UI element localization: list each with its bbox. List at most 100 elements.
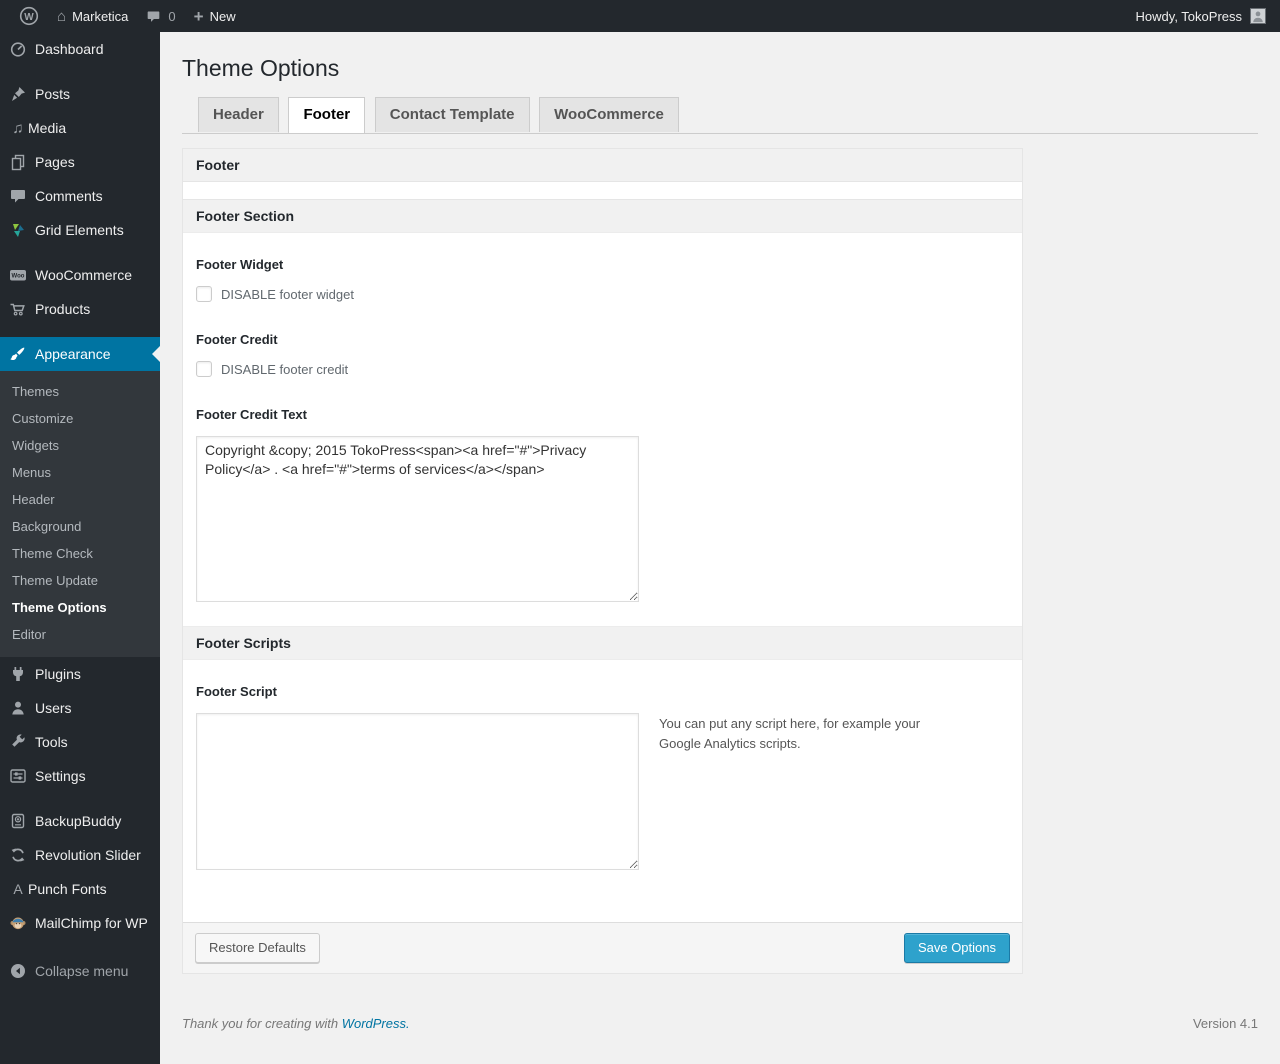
footer-script-help-text: You can put any script here, for example…	[659, 716, 921, 752]
footer-credit-label: Footer Credit	[196, 332, 278, 347]
sidebar-item-mailchimp[interactable]: MailChimp for WP	[0, 906, 160, 940]
footer-credit-checkbox[interactable]	[196, 361, 212, 377]
admin-footer: Thank you for creating with WordPress. V…	[182, 974, 1258, 1051]
cart-icon	[8, 300, 28, 318]
sidebar-item-settings[interactable]: Settings	[0, 759, 160, 793]
menu-separator	[0, 66, 160, 77]
sidebar-item-label: Pages	[35, 154, 75, 170]
footer-credit-text-textarea[interactable]: Copyright &copy; 2015 TokoPress<span><a …	[196, 436, 639, 602]
footer-widget-checkbox[interactable]	[196, 286, 212, 302]
sidebar-item-comments[interactable]: Comments	[0, 179, 160, 213]
sidebar-item-label: MailChimp for WP	[35, 915, 148, 931]
svg-text:Woo: Woo	[12, 274, 25, 280]
save-options-button[interactable]: Save Options	[903, 933, 1010, 963]
submenu-item-theme-options[interactable]: Theme Options	[0, 594, 160, 621]
submenu-item-theme-check[interactable]: Theme Check	[0, 540, 160, 567]
sidebar-item-plugins[interactable]: Plugins	[0, 657, 160, 691]
plugin-icon	[8, 665, 28, 683]
grid-elements-icon	[8, 221, 28, 239]
sidebar-item-products[interactable]: Products	[0, 292, 160, 326]
woocommerce-icon: Woo	[8, 266, 28, 284]
users-icon	[8, 699, 28, 717]
admin-sidebar: Dashboard Posts ♫ Media Pages Comments G…	[0, 32, 160, 1064]
appearance-submenu: Themes Customize Widgets Menus Header Ba…	[0, 371, 160, 657]
submenu-item-header[interactable]: Header	[0, 486, 160, 513]
restore-defaults-button[interactable]: Restore Defaults	[195, 933, 320, 963]
submenu-item-editor[interactable]: Editor	[0, 621, 160, 648]
wordpress-logo-menu[interactable]: W	[10, 0, 48, 32]
my-account-menu[interactable]: Howdy, TokoPress	[1127, 0, 1266, 32]
sidebar-item-appearance[interactable]: Appearance	[0, 337, 160, 371]
admin-bar: W ⌂ Marketica 0 + New Howdy, TokoPress	[0, 0, 1280, 32]
tab-bar: Header Footer Contact Template WooCommer…	[182, 97, 1258, 134]
sidebar-item-punch-fonts[interactable]: A Punch Fonts	[0, 872, 160, 906]
footer-widget-checkbox-row[interactable]: DISABLE footer widget	[196, 286, 1009, 302]
new-label: New	[209, 8, 236, 24]
sidebar-item-label: Tools	[35, 734, 68, 750]
avatar	[1250, 8, 1266, 24]
site-name-menu[interactable]: ⌂ Marketica	[48, 0, 137, 32]
tab-header[interactable]: Header	[198, 97, 279, 132]
footer-credit-checkbox-label: DISABLE footer credit	[221, 361, 349, 377]
footer-script-textarea[interactable]	[196, 713, 639, 870]
wordpress-link[interactable]: WordPress.	[342, 1016, 410, 1031]
sidebar-item-label: WooCommerce	[35, 267, 132, 283]
pushpin-icon	[8, 85, 28, 103]
sidebar-item-revolution-slider[interactable]: Revolution Slider	[0, 838, 160, 872]
submenu-item-widgets[interactable]: Widgets	[0, 432, 160, 459]
comments-admin-bar-item[interactable]: 0	[137, 0, 184, 32]
sidebar-item-label: Products	[35, 301, 91, 317]
tools-icon	[8, 733, 28, 751]
sidebar-item-label: Punch Fonts	[28, 881, 107, 897]
comments-icon	[8, 187, 28, 205]
sidebar-item-pages[interactable]: Pages	[0, 145, 160, 179]
page-title: Theme Options	[182, 55, 340, 81]
sidebar-item-tools[interactable]: Tools	[0, 725, 160, 759]
footer-credit-text-label: Footer Credit Text	[196, 407, 307, 422]
sidebar-item-backupbuddy[interactable]: BackupBuddy	[0, 804, 160, 838]
new-content-menu[interactable]: + New	[185, 0, 245, 32]
sidebar-item-grid-elements[interactable]: Grid Elements	[0, 213, 160, 247]
version-text: Version 4.1	[1192, 1016, 1258, 1031]
submenu-item-customize[interactable]: Customize	[0, 405, 160, 432]
comment-bubble-icon	[148, 11, 160, 22]
punch-fonts-icon: A	[13, 881, 23, 897]
sidebar-item-posts[interactable]: Posts	[0, 77, 160, 111]
footer-script-label: Footer Script	[196, 684, 277, 699]
plus-icon: +	[193, 6, 204, 26]
submenu-item-themes[interactable]: Themes	[0, 378, 160, 405]
submenu-item-background[interactable]: Background	[0, 513, 160, 540]
footer-section-body: Footer Widget DISABLE footer widget Foot…	[183, 233, 1022, 626]
wordpress-logo-icon: W	[19, 6, 39, 26]
media-icon: ♫	[12, 119, 24, 137]
tab-footer[interactable]: Footer	[288, 97, 366, 133]
footer-scripts-body: Footer Script You can put any script her…	[183, 660, 1022, 922]
menu-separator	[0, 247, 160, 258]
revolution-slider-icon	[8, 846, 28, 864]
mailchimp-icon	[8, 914, 28, 932]
sidebar-item-label: Grid Elements	[35, 222, 124, 238]
sidebar-item-label: Dashboard	[35, 41, 104, 57]
submenu-item-theme-update[interactable]: Theme Update	[0, 567, 160, 594]
collapse-menu-button[interactable]: Collapse menu	[0, 954, 160, 988]
submenu-item-menus[interactable]: Menus	[0, 459, 160, 486]
backupbuddy-icon	[8, 812, 28, 830]
panel-action-bar: Restore Defaults Save Options	[183, 922, 1022, 973]
sidebar-item-woocommerce[interactable]: Woo WooCommerce	[0, 258, 160, 292]
menu-separator	[0, 793, 160, 804]
sidebar-item-label: BackupBuddy	[35, 813, 122, 829]
sidebar-item-media[interactable]: ♫ Media	[0, 111, 160, 145]
sidebar-item-label: Users	[35, 700, 72, 716]
footer-title-box: Footer	[182, 148, 1023, 200]
tab-woocommerce[interactable]: WooCommerce	[539, 97, 679, 132]
sidebar-item-users[interactable]: Users	[0, 691, 160, 725]
home-icon: ⌂	[57, 7, 67, 25]
footer-scripts-heading: Footer Scripts	[183, 626, 1022, 660]
sidebar-item-label: Settings	[35, 768, 86, 784]
sidebar-item-label: Posts	[35, 86, 71, 102]
menu-separator	[0, 940, 160, 954]
footer-credit-checkbox-row[interactable]: DISABLE footer credit	[196, 361, 1009, 377]
sidebar-item-label: Plugins	[35, 666, 81, 682]
tab-contact-template[interactable]: Contact Template	[374, 97, 530, 132]
sidebar-item-dashboard[interactable]: Dashboard	[0, 32, 160, 66]
